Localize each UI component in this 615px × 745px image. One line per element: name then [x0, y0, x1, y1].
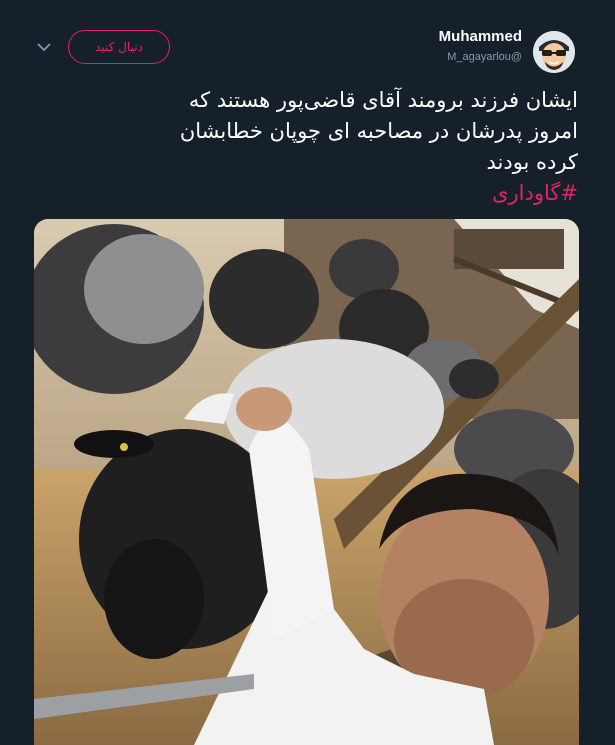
follow-button[interactable]: دنبال کنید: [68, 30, 170, 64]
display-name[interactable]: Muhammed: [439, 28, 522, 45]
user-handle[interactable]: M_agayarlou@: [439, 51, 522, 63]
tweet-line-1: ایشان فرزند برومند آقای قاضی‌پور هستند ک…: [188, 88, 578, 112]
tweet-photo[interactable]: [34, 219, 579, 745]
author-info[interactable]: Muhammed M_agayarlou@: [439, 28, 522, 63]
hashtag-link[interactable]: #گاوداری: [40, 178, 578, 209]
chevron-down-icon[interactable]: [34, 37, 54, 57]
tweet-line-3: کرده بودند: [486, 150, 578, 174]
avatar[interactable]: [533, 31, 575, 73]
tweet-line-2: امروز پدرشان در مصاحبه ای چوپان خطابشان: [179, 119, 578, 143]
tweet-text: ایشان فرزند برومند آقای قاضی‌پور هستند ک…: [40, 85, 578, 209]
tweet-card: دنبال کنید Muhammed M_agayarlou@ ایشان ف…: [0, 0, 615, 745]
